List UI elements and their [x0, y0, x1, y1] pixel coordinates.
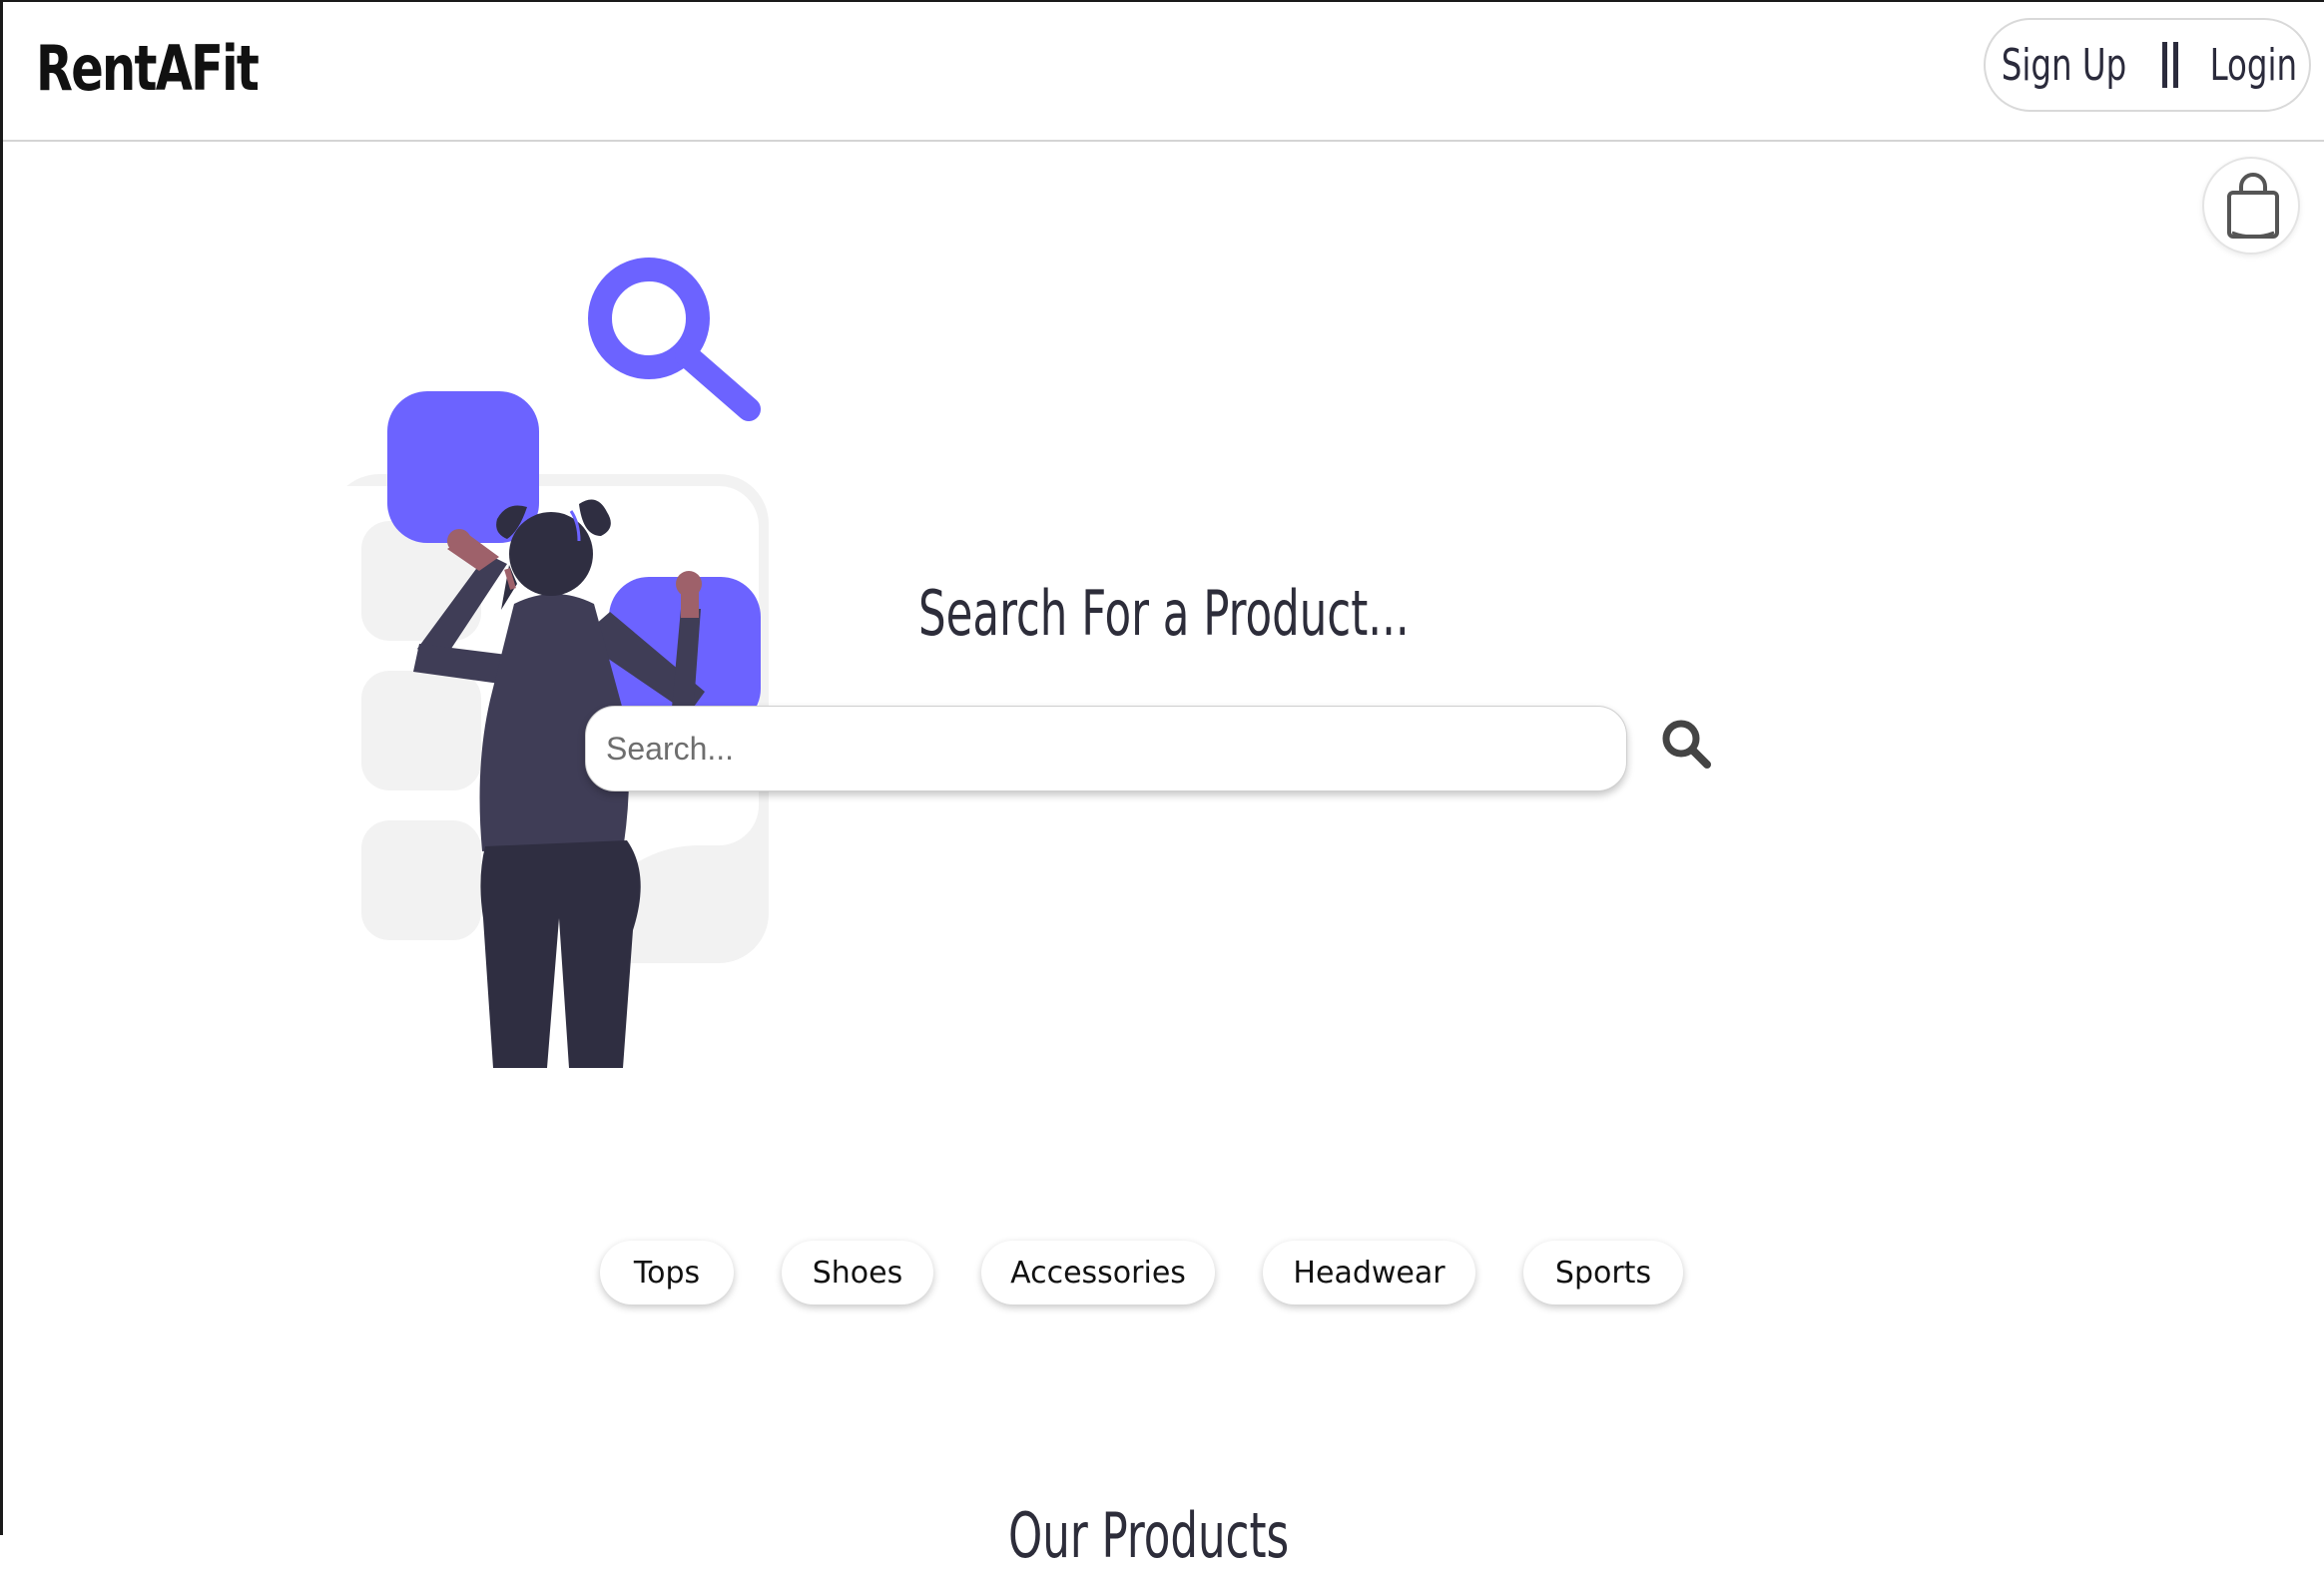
category-filters: Tops Shoes Accessories Headwear Sports: [0, 1241, 2324, 1305]
category-pill-shoes[interactable]: Shoes: [782, 1241, 933, 1305]
auth-separator: [2162, 42, 2179, 88]
login-link[interactable]: Login: [2210, 40, 2298, 91]
category-pill-accessories[interactable]: Accessories: [981, 1241, 1215, 1305]
hero-title: Search For a Product...: [918, 577, 1410, 650]
site-header: RentAFit Sign Up Login: [3, 2, 2324, 142]
brand-logo[interactable]: RentAFit: [36, 32, 260, 105]
category-pill-tops[interactable]: Tops: [600, 1241, 734, 1305]
woman-arranging-tiles-illustration: [299, 258, 769, 1068]
cart-button[interactable]: [2202, 157, 2300, 255]
category-pill-headwear[interactable]: Headwear: [1263, 1241, 1475, 1305]
search-button[interactable]: [1657, 715, 1717, 775]
category-pill-sports[interactable]: Sports: [1523, 1241, 1683, 1305]
shopping-bag-icon: [2227, 173, 2279, 239]
hero-illustration: [290, 250, 829, 1073]
search-icon: [1662, 720, 1711, 769]
auth-links: Sign Up Login: [1984, 18, 2311, 112]
search-input[interactable]: [585, 706, 1627, 791]
products-section-title: Our Products: [1008, 1499, 1290, 1572]
signup-link[interactable]: Sign Up: [2002, 40, 2127, 91]
